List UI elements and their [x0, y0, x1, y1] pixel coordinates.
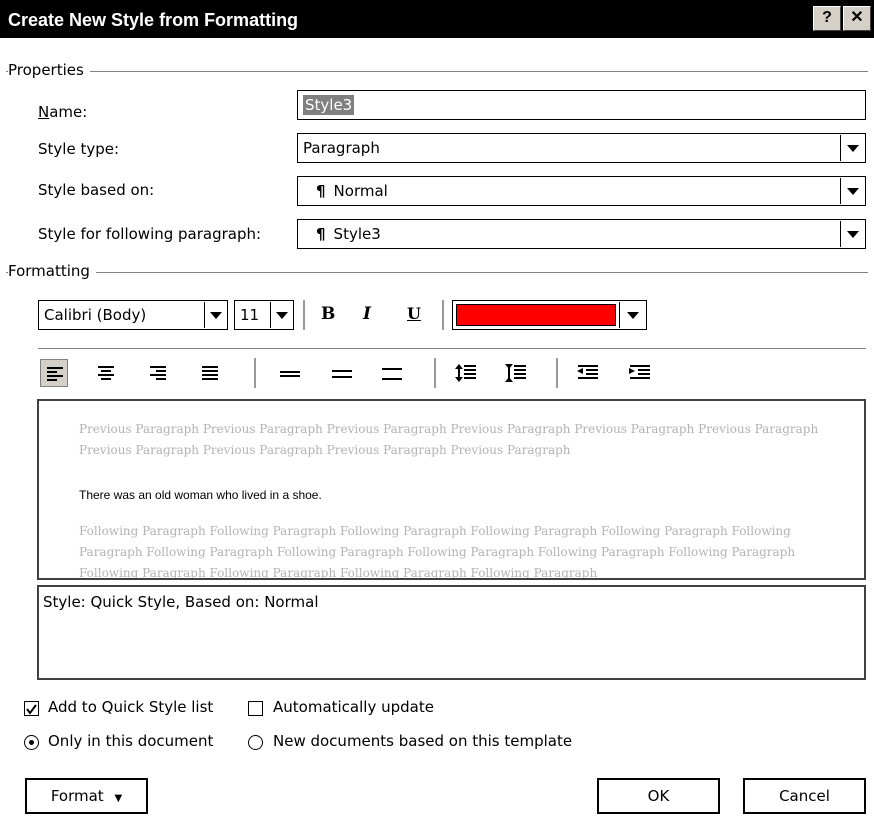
properties-group-label: Properties [8, 61, 90, 79]
pilcrow-icon: ¶ [316, 182, 326, 200]
style-type-value: Paragraph [303, 139, 380, 157]
align-center-icon [98, 366, 114, 380]
font-select[interactable]: Calibri (Body) [38, 300, 228, 330]
chevron-down-icon[interactable] [270, 302, 292, 328]
underline-button[interactable]: U [407, 304, 421, 323]
justify-button[interactable] [196, 359, 224, 387]
decrease-indent-icon [577, 365, 598, 379]
format-button[interactable]: Format ▼ [25, 778, 148, 814]
decrease-spacing-icon [505, 364, 526, 382]
align-right-button[interactable] [144, 359, 172, 387]
font-color-swatch [456, 304, 616, 326]
ok-button[interactable]: OK [597, 778, 720, 814]
auto-update-label[interactable]: Automatically update [273, 698, 434, 716]
justify-icon [202, 366, 218, 380]
name-label: Name: [38, 103, 88, 121]
align-left-icon [47, 367, 63, 381]
bold-button[interactable]: B [321, 304, 335, 324]
style-type-label: Style type: [38, 140, 120, 158]
double-spacing-button[interactable] [378, 359, 406, 387]
previous-paragraph-text: Previous Paragraph Previous Paragraph Pr… [79, 422, 819, 457]
increase-spacing-icon [455, 364, 476, 382]
decrease-spacing-button[interactable] [502, 359, 530, 387]
align-left-button[interactable] [40, 359, 68, 387]
name-value: Style3 [303, 95, 355, 115]
cancel-button[interactable]: Cancel [743, 778, 866, 814]
align-center-button[interactable] [92, 359, 120, 387]
style-type-select[interactable]: Paragraph [297, 133, 866, 163]
format-button-label: Format [50, 787, 104, 805]
add-quick-style-label[interactable]: Add to Quick Style list [48, 698, 213, 716]
font-value: Calibri (Body) [44, 306, 147, 324]
new-docs-label[interactable]: New documents based on this template [273, 732, 572, 750]
style-description: Style: Quick Style, Based on: Normal [37, 585, 866, 680]
checkmark-icon [26, 704, 37, 715]
chevron-down-icon[interactable] [840, 135, 864, 161]
based-on-select[interactable]: ¶ Normal [297, 176, 866, 206]
toolbar-separator [303, 300, 305, 330]
align-right-icon [150, 366, 166, 380]
preview-pane: Previous Paragraph Previous Paragraph Pr… [37, 399, 866, 580]
toolbar-divider [38, 348, 866, 350]
only-this-doc-radio[interactable] [24, 735, 39, 750]
dialog-title: Create New Style from Formatting [8, 10, 299, 30]
chevron-down-icon[interactable] [204, 302, 226, 328]
name-field[interactable]: Style3 [297, 90, 866, 120]
double-spacing-icon [382, 368, 402, 380]
single-spacing-icon [280, 371, 300, 377]
font-size-value: 11 [240, 306, 260, 324]
properties-divider [6, 71, 868, 73]
toolbar-separator [254, 358, 256, 388]
chevron-down-icon[interactable] [619, 302, 645, 328]
toolbar-separator [556, 358, 558, 388]
formatting-divider [6, 272, 868, 274]
chevron-down-icon[interactable] [840, 178, 864, 204]
new-docs-radio[interactable] [248, 735, 263, 750]
following-select[interactable]: ¶ Style3 [297, 219, 866, 249]
italic-button[interactable]: I [363, 304, 371, 324]
increase-spacing-button[interactable] [452, 359, 480, 387]
only-this-doc-label[interactable]: Only in this document [48, 732, 213, 750]
add-quick-style-checkbox[interactable] [24, 701, 39, 716]
auto-update-checkbox[interactable] [248, 701, 263, 716]
following-value: Style3 [333, 225, 381, 243]
increase-indent-button[interactable] [626, 359, 654, 387]
following-label: Style for following paragraph: [38, 225, 262, 243]
decrease-indent-button[interactable] [574, 359, 602, 387]
single-spacing-button[interactable] [276, 359, 304, 387]
font-color-picker[interactable] [452, 300, 647, 330]
toolbar-separator [442, 300, 444, 330]
chevron-down-icon: ▼ [114, 793, 123, 804]
one-half-spacing-icon [332, 370, 352, 378]
chevron-down-icon[interactable] [840, 221, 864, 247]
based-on-value: Normal [333, 182, 388, 200]
sample-text: There was an old woman who lived in a sh… [79, 488, 322, 502]
font-size-select[interactable]: 11 [234, 300, 294, 330]
pilcrow-icon: ¶ [316, 225, 326, 243]
formatting-group-label: Formatting [8, 262, 96, 280]
toolbar-separator [434, 358, 436, 388]
radio-dot [29, 740, 34, 745]
help-button[interactable]: ? [813, 6, 841, 31]
close-button[interactable]: ✕ [843, 6, 871, 31]
based-on-label: Style based on: [38, 181, 155, 199]
one-half-spacing-button[interactable] [328, 359, 356, 387]
following-paragraph-text: Following Paragraph Following Paragraph … [79, 524, 796, 580]
increase-indent-icon [629, 365, 650, 379]
